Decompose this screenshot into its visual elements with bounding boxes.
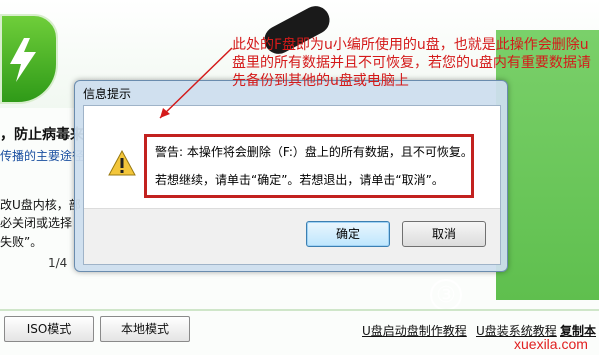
page-indicator: 1/4	[48, 256, 68, 270]
lightning-icon	[10, 38, 36, 82]
site-watermark: xuexila.com	[514, 336, 588, 352]
dialog-title: 信息提示	[83, 87, 132, 101]
app-subheading: 传播的主要途径	[0, 149, 85, 163]
cancel-button[interactable]: 取消	[402, 221, 486, 247]
local-mode-button[interactable]: 本地模式	[100, 316, 190, 342]
confirm-instruction: 若想继续，请单击“确定”。若想退出，请单击“取消”。	[155, 173, 444, 187]
info-dialog: 信息提示 警告: 本操作将会删除（F:）盘上的所有数据，且不可恢复。 若想继续，…	[74, 80, 508, 272]
footer-divider	[0, 309, 599, 311]
app-heading: ，防止病毒来	[0, 126, 84, 142]
dialog-footer: 确定 取消	[84, 208, 500, 264]
dialog-body: 警告: 本操作将会删除（F:）盘上的所有数据，且不可恢复。 若想继续，请单击“确…	[83, 105, 501, 265]
message-highlight-box: 警告: 本操作将会删除（F:）盘上的所有数据，且不可恢复。 若想继续，请单击“确…	[144, 134, 474, 198]
ok-button[interactable]: 确定	[306, 221, 390, 247]
warning-icon	[108, 150, 136, 176]
annotation-note: 此处的F盘即为u小编所使用的u盘，也就是此操作会删除u盘里的所有数据并且不可恢复…	[232, 37, 591, 89]
app-text-line: 必关闭或选择	[0, 216, 73, 230]
app-text-line: 改U盘内核，部	[0, 198, 81, 212]
app-text-line: 失败”。	[0, 235, 43, 249]
usb-boot-tutorial-link[interactable]: U盘启动盘制作教程	[362, 322, 467, 339]
iso-mode-button[interactable]: ISO模式	[4, 316, 94, 342]
warning-message: 警告: 本操作将会删除（F:）盘上的所有数据，且不可恢复。	[155, 145, 473, 159]
step-number-badge: ③	[430, 279, 462, 311]
